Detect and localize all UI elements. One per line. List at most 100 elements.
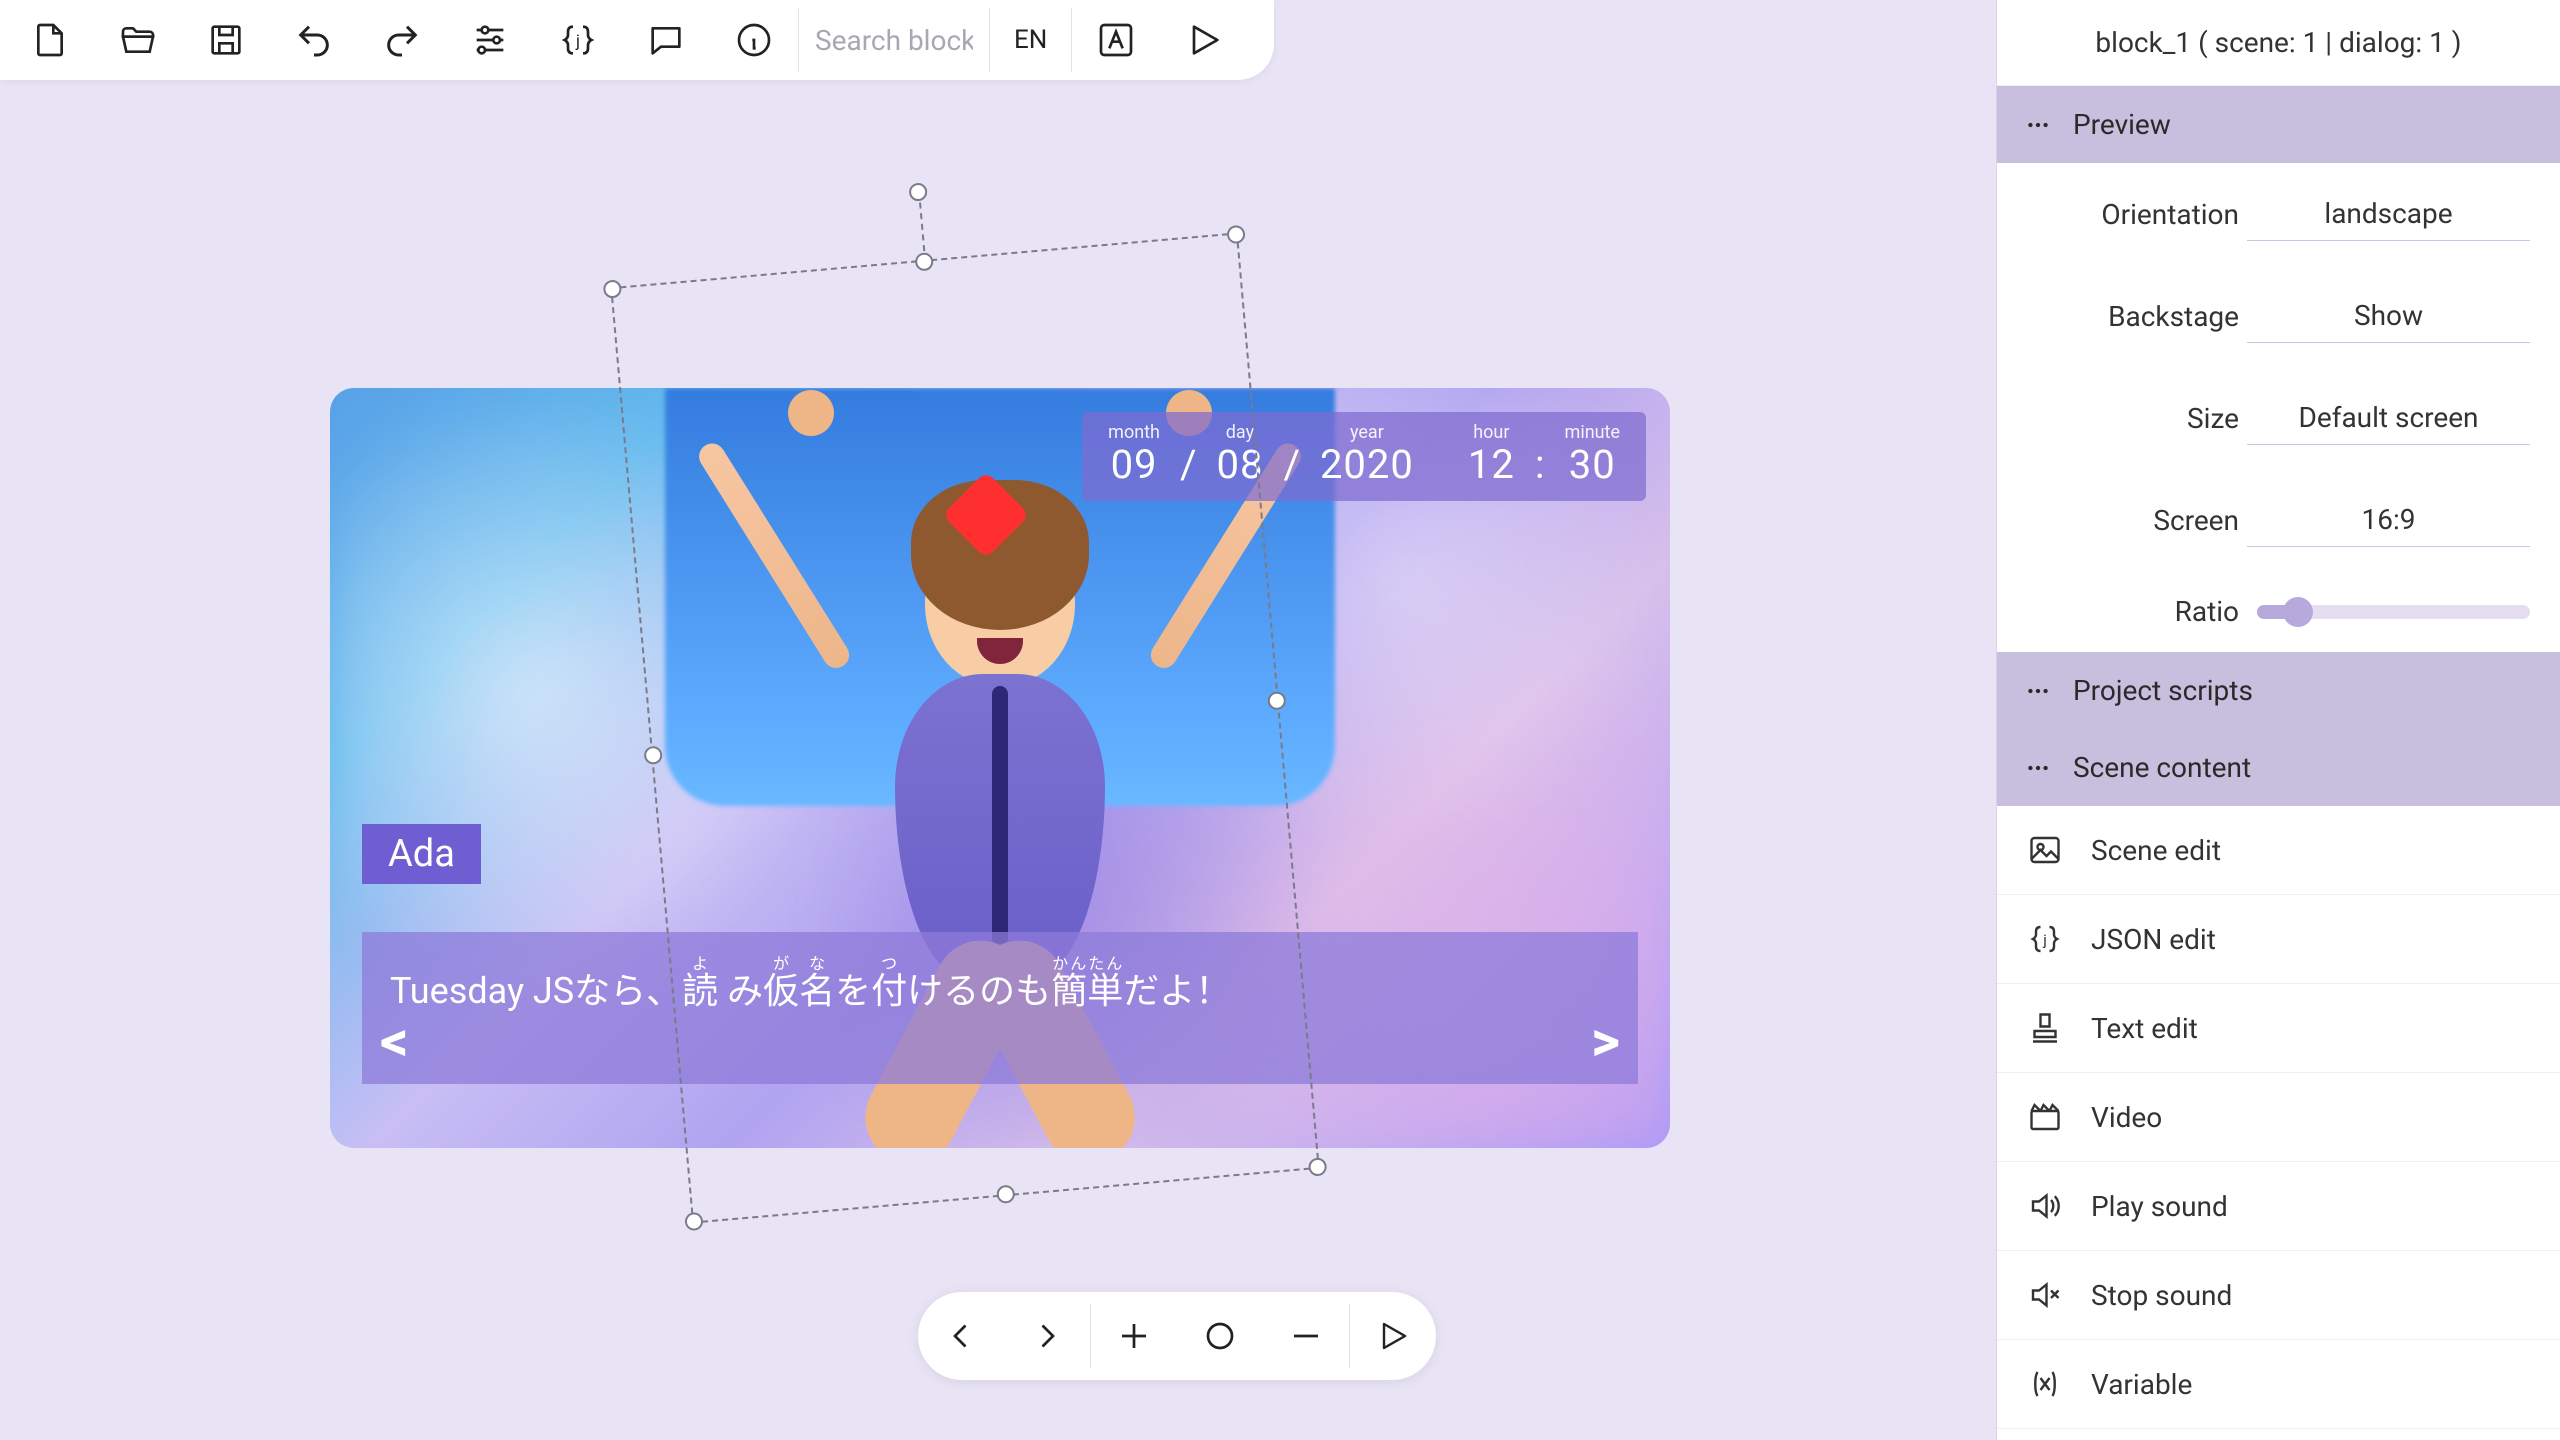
redo-button[interactable] bbox=[358, 0, 446, 80]
open-folder-button[interactable] bbox=[94, 0, 182, 80]
ratio-row: Ratio bbox=[1997, 571, 2560, 652]
minute-label: minute bbox=[1565, 422, 1620, 443]
stage-circle-button[interactable] bbox=[1177, 1292, 1263, 1380]
top-toolbar: j EN bbox=[0, 0, 1274, 80]
stage-remove-button[interactable] bbox=[1263, 1292, 1349, 1380]
ratio-slider[interactable] bbox=[2257, 605, 2530, 619]
dots-icon bbox=[2025, 112, 2051, 138]
html-item[interactable]: HTML bbox=[1997, 1429, 2560, 1440]
json-edit-label: JSON edit bbox=[2091, 923, 2216, 956]
settings-sliders-button[interactable] bbox=[446, 0, 534, 80]
dialog-next-button[interactable]: > bbox=[1591, 1008, 1620, 1074]
language-switch[interactable]: EN bbox=[990, 25, 1071, 55]
text-edit-label: Text edit bbox=[2091, 1012, 2198, 1045]
ratio-label: Ratio bbox=[2027, 595, 2247, 628]
orientation-label: Orientation bbox=[2027, 198, 2247, 231]
resize-handle[interactable] bbox=[603, 279, 623, 299]
inspector-title: block_1 ( scene: 1 | dialog: 1 ) bbox=[1997, 0, 2560, 86]
month-label: month bbox=[1108, 422, 1160, 443]
video-label: Video bbox=[2091, 1101, 2162, 1134]
backstage-row: Backstage Show bbox=[1997, 265, 2560, 367]
video-item[interactable]: Video bbox=[1997, 1073, 2560, 1162]
new-file-button[interactable] bbox=[6, 0, 94, 80]
resize-handle[interactable] bbox=[996, 1184, 1016, 1204]
date-slash: / bbox=[1283, 443, 1300, 487]
dots-icon bbox=[2025, 678, 2051, 704]
scene-content-header[interactable]: Scene content bbox=[1997, 729, 2560, 806]
json-button[interactable]: j bbox=[534, 0, 622, 80]
info-button[interactable] bbox=[710, 0, 798, 80]
dots-icon bbox=[2025, 755, 2051, 781]
canvas-area: j EN month 09 bbox=[0, 0, 1996, 1440]
month-value: 09 bbox=[1108, 443, 1160, 487]
backstage-label: Backstage bbox=[2027, 300, 2247, 333]
stage-prev-button[interactable] bbox=[918, 1292, 1004, 1380]
size-label: Size bbox=[2027, 402, 2247, 435]
hour-label: hour bbox=[1468, 422, 1515, 443]
ratio-slider-thumb[interactable] bbox=[2283, 597, 2313, 627]
resize-handle[interactable] bbox=[1308, 1157, 1328, 1177]
undo-button[interactable] bbox=[270, 0, 358, 80]
project-scripts-header[interactable]: Project scripts bbox=[1997, 652, 2560, 729]
preview-section-header[interactable]: Preview bbox=[1997, 86, 2560, 163]
image-icon bbox=[2027, 832, 2063, 868]
resize-handle[interactable] bbox=[684, 1212, 704, 1232]
date-time-widget: month 09 / day 08 / year 2020 hour 12 : … bbox=[1082, 412, 1646, 501]
font-glyph-button[interactable] bbox=[1072, 0, 1160, 80]
resize-handle[interactable] bbox=[914, 252, 934, 272]
dialog-box: Tuesday JSなら、読よ み仮が名なを付つけるのも簡単かんたんだよ！ < … bbox=[362, 932, 1638, 1084]
json-icon: j bbox=[2027, 921, 2063, 957]
svg-text:j: j bbox=[2042, 931, 2047, 949]
day-value: 08 bbox=[1216, 443, 1263, 487]
screen-row: Screen 16:9 bbox=[1997, 469, 2560, 571]
dialog-text: Tuesday JSなら、読よ み仮が名なを付つけるのも簡単かんたんだよ！ bbox=[390, 970, 1231, 1012]
preview-header-label: Preview bbox=[2073, 108, 2171, 141]
scene-content-label: Scene content bbox=[2073, 751, 2251, 784]
screen-value[interactable]: 16:9 bbox=[2247, 493, 2530, 547]
save-button[interactable] bbox=[182, 0, 270, 80]
chat-bubble-button[interactable] bbox=[622, 0, 710, 80]
speaker-on-icon bbox=[2027, 1188, 2063, 1224]
day-label: day bbox=[1216, 422, 1263, 443]
orientation-value[interactable]: landscape bbox=[2247, 187, 2530, 241]
orientation-row: Orientation landscape bbox=[1997, 163, 2560, 265]
stop-sound-item[interactable]: Stop sound bbox=[1997, 1251, 2560, 1340]
stage-play-button[interactable] bbox=[1350, 1292, 1436, 1380]
text-edit-item[interactable]: Text edit bbox=[1997, 984, 2560, 1073]
size-row: Size Default screen bbox=[1997, 367, 2560, 469]
date-slash: / bbox=[1180, 443, 1197, 487]
speaker-name-tag: Ada bbox=[362, 824, 481, 884]
stamp-icon bbox=[2027, 1010, 2063, 1046]
play-button[interactable] bbox=[1160, 0, 1248, 80]
stage-next-button[interactable] bbox=[1004, 1292, 1090, 1380]
play-sound-item[interactable]: Play sound bbox=[1997, 1162, 2560, 1251]
inspector-panel: block_1 ( scene: 1 | dialog: 1 ) Preview… bbox=[1996, 0, 2560, 1440]
clapper-icon bbox=[2027, 1099, 2063, 1135]
variable-item[interactable]: Variable bbox=[1997, 1340, 2560, 1429]
screen-label: Screen bbox=[2027, 504, 2247, 537]
scene-edit-item[interactable]: Scene edit bbox=[1997, 806, 2560, 895]
resize-handle[interactable] bbox=[1226, 225, 1246, 245]
variable-icon bbox=[2027, 1366, 2063, 1402]
play-sound-label: Play sound bbox=[2091, 1190, 2228, 1223]
search-block-input[interactable] bbox=[799, 24, 989, 57]
backstage-value[interactable]: Show bbox=[2247, 289, 2530, 343]
preview-stage[interactable]: month 09 / day 08 / year 2020 hour 12 : … bbox=[330, 388, 1670, 1148]
json-edit-item[interactable]: j JSON edit bbox=[1997, 895, 2560, 984]
stop-sound-label: Stop sound bbox=[2091, 1279, 2232, 1312]
hour-value: 12 bbox=[1468, 443, 1515, 487]
scene-edit-label: Scene edit bbox=[2091, 834, 2221, 867]
stage-add-button[interactable] bbox=[1091, 1292, 1177, 1380]
svg-text:j: j bbox=[575, 33, 580, 52]
stage-controls bbox=[918, 1292, 1436, 1380]
size-value[interactable]: Default screen bbox=[2247, 391, 2530, 445]
rotate-handle[interactable] bbox=[908, 182, 928, 202]
year-label: year bbox=[1320, 422, 1414, 443]
dialog-prev-button[interactable]: < bbox=[380, 1008, 409, 1074]
project-scripts-label: Project scripts bbox=[2073, 674, 2253, 707]
time-colon: : bbox=[1535, 443, 1545, 487]
minute-value: 30 bbox=[1565, 443, 1620, 487]
speaker-off-icon bbox=[2027, 1277, 2063, 1313]
variable-label: Variable bbox=[2091, 1368, 2192, 1401]
year-value: 2020 bbox=[1320, 443, 1414, 487]
